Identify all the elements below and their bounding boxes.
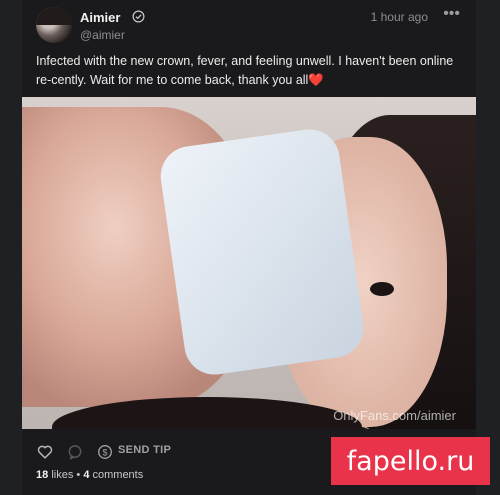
- dollar-icon[interactable]: $: [96, 443, 114, 461]
- post-stats: 18 likes • 4 comments: [36, 469, 143, 481]
- post-image[interactable]: OnlyFans.com/aimier: [22, 97, 476, 429]
- page-gutter-right: [476, 0, 500, 495]
- heart-icon[interactable]: [36, 443, 54, 461]
- page-gutter-left: [0, 0, 22, 495]
- post-timestamp[interactable]: 1 hour ago: [371, 10, 428, 24]
- author-name[interactable]: Aimier: [80, 10, 120, 25]
- likes-label[interactable]: likes: [51, 469, 73, 481]
- site-watermark-badge: fapello.ru: [331, 437, 490, 485]
- comments-label[interactable]: comments: [93, 469, 144, 481]
- post-text: Infected with the new crown, fever, and …: [36, 54, 454, 87]
- svg-text:$: $: [102, 447, 107, 457]
- comment-icon[interactable]: [66, 443, 84, 461]
- stats-separator: •: [76, 469, 81, 481]
- comments-count[interactable]: 4: [83, 469, 89, 481]
- verified-icon: [132, 10, 145, 23]
- post-card: Aimier @aimier 1 hour ago ••• Infected w…: [22, 0, 476, 495]
- post-header: Aimier @aimier 1 hour ago •••: [36, 5, 468, 47]
- send-tip-button[interactable]: SEND TIP: [118, 444, 171, 456]
- author-handle[interactable]: @aimier: [80, 28, 125, 42]
- more-options-icon[interactable]: •••: [443, 5, 460, 23]
- image-watermark: OnlyFans.com/aimier: [333, 408, 456, 423]
- avatar[interactable]: [36, 7, 72, 43]
- likes-count[interactable]: 18: [36, 469, 48, 481]
